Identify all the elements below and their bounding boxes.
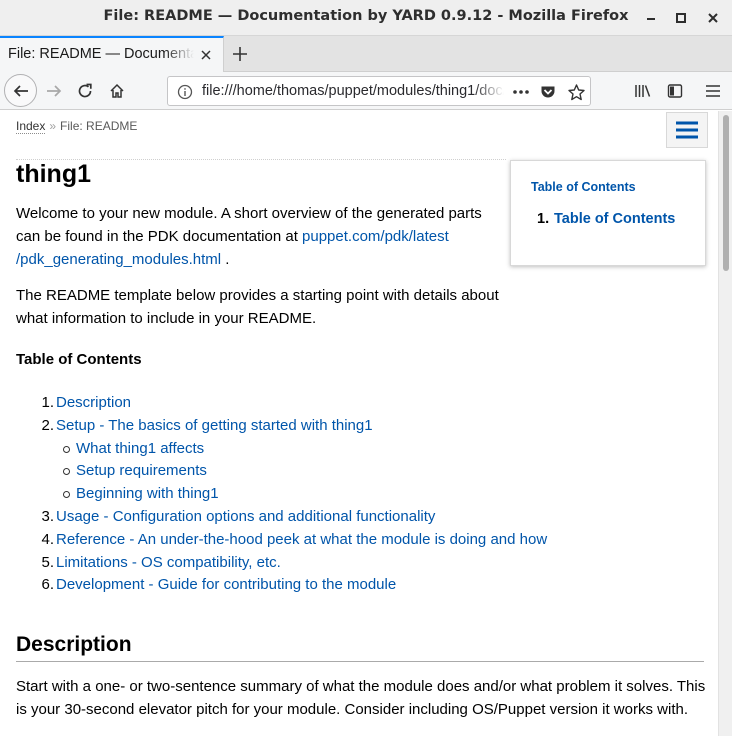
toc-list-item: 4. Reference - An under-the-hood peek at … — [16, 529, 696, 552]
toc-item-number: 4. — [41, 530, 54, 548]
bullet-icon — [63, 491, 70, 499]
toc-list-item: 1. Description — [16, 392, 696, 415]
toc-item-number: 2. — [41, 416, 54, 434]
pocket-icon[interactable] — [538, 83, 558, 101]
more-dots-icon[interactable] — [510, 83, 532, 101]
breadcrumb: Index» File: README — [16, 119, 138, 134]
toc-heading: Table of Contents — [16, 351, 142, 368]
floating-toc-panel: Table of Contents 1. Table of Contents — [510, 160, 706, 266]
tab-close-icon[interactable] — [198, 47, 214, 63]
window-titlebar: File: README — Documentation by YARD 0.9… — [0, 0, 732, 36]
vertical-scrollbar[interactable] — [718, 111, 732, 736]
scrollbar-thumb[interactable] — [723, 115, 729, 271]
hamburger-menu-icon[interactable] — [698, 76, 728, 106]
toc-list-item: What thing1 affects — [16, 438, 696, 461]
toc-list-item: Beginning with thing1 — [16, 483, 696, 506]
toc-item-link[interactable]: Usage - Configuration options and additi… — [56, 506, 435, 529]
page-title: thing1 — [16, 160, 91, 188]
close-icon[interactable] — [704, 9, 722, 27]
info-icon[interactable] — [176, 83, 194, 101]
toc-item-number: 6. — [41, 576, 54, 594]
floating-toc-title: Table of Contents — [531, 180, 636, 194]
toc-list-item: 6. Development - Guide for contributing t… — [16, 574, 696, 597]
breadcrumb-separator: » — [49, 119, 57, 133]
toc-list-item: 3. Usage - Configuration options and addi… — [16, 506, 696, 529]
intro-tail: . — [221, 251, 230, 268]
toc-item-link[interactable]: What thing1 affects — [76, 438, 204, 461]
forward-arrow-icon — [39, 76, 69, 106]
breadcrumb-index-link[interactable]: Index — [16, 119, 46, 134]
section-title-description: Description — [16, 633, 704, 662]
floating-toc-item-number: 1. — [537, 211, 550, 227]
toc-list-item: 5. Limitations - OS compatibility, etc. — [16, 552, 696, 575]
back-arrow-icon[interactable] — [4, 74, 37, 107]
home-icon[interactable] — [102, 76, 132, 106]
tab-strip: File: README — Documentation by YARD 0.9… — [0, 36, 732, 72]
library-icon[interactable] — [628, 76, 658, 106]
toc-item-link[interactable]: Setup requirements — [76, 460, 207, 483]
tab-title: File: README — Documentation by YARD 0.9… — [8, 46, 194, 62]
bullet-icon — [63, 468, 70, 476]
description-paragraph: Start with a one- or two-sentence summar… — [16, 678, 706, 718]
toc-list-item: 2. Setup - The basics of getting started … — [16, 415, 696, 438]
breadcrumb-current: File: README — [60, 119, 138, 133]
sidebar-icon[interactable] — [660, 76, 690, 106]
toc-list: 1. Description 2. Setup - The basics of get… — [16, 392, 696, 597]
window-title: File: README — Documentation by YARD 0.9… — [103, 8, 629, 24]
toc-item-number: 1. — [41, 394, 54, 411]
plus-icon[interactable] — [228, 42, 252, 66]
toc-list-item: Setup requirements — [16, 460, 696, 483]
toc-item-link[interactable]: Setup - The basics of getting started wi… — [56, 415, 373, 438]
intro-paragraph: Welcome to your new module. A short over… — [16, 202, 496, 271]
toc-item-link[interactable]: Development - Guide for contributing to … — [56, 574, 396, 597]
maximize-icon[interactable] — [672, 9, 690, 27]
page-content: Index» File: README thing1 Welcome to you… — [0, 111, 718, 736]
toc-item-link[interactable]: Description — [56, 392, 131, 415]
navigation-toolbar: file:///home/thomas/puppet/modules/thing… — [0, 72, 732, 110]
reload-icon[interactable] — [70, 76, 100, 106]
toc-item-number: 5. — [41, 553, 54, 571]
star-icon[interactable] — [566, 82, 586, 102]
url-bar[interactable]: file:///home/thomas/puppet/modules/thing… — [167, 76, 591, 106]
floating-toc-item-link[interactable]: Table of Contents — [554, 211, 675, 227]
toc-item-link[interactable]: Beginning with thing1 — [76, 483, 219, 506]
toc-item-link[interactable]: Limitations - OS compatibility, etc. — [56, 552, 281, 575]
toc-menu-icon[interactable] — [666, 112, 708, 148]
template-paragraph: The README template below provides a sta… — [16, 287, 499, 327]
minimize-icon[interactable] — [642, 9, 660, 27]
bullet-icon — [63, 445, 70, 453]
url-text[interactable]: file:///home/thomas/puppet/modules/thing… — [202, 83, 504, 99]
toc-item-link[interactable]: Reference - An under-the-hood peek at wh… — [56, 529, 547, 552]
tab-readme[interactable]: File: README — Documentation by YARD 0.9… — [0, 36, 224, 72]
toc-item-number: 3. — [41, 507, 54, 525]
